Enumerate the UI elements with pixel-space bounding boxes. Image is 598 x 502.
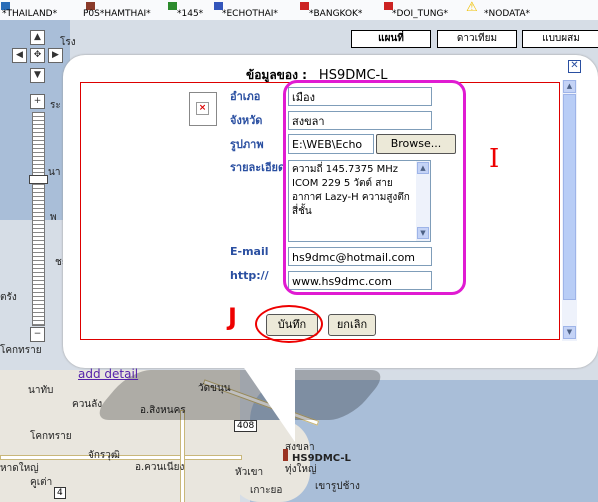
- pan-left-button[interactable]: ◀: [12, 48, 27, 63]
- tent-icon: [168, 2, 177, 10]
- legend-item[interactable]: *NODATA*: [484, 9, 530, 19]
- province-label: จังหวัด: [230, 114, 263, 127]
- district-label: อำเภอ: [230, 90, 261, 103]
- legend-item[interactable]: *THAILAND*: [2, 9, 57, 19]
- email-label: E-mail: [230, 245, 269, 258]
- pan-up-button[interactable]: ▲: [30, 30, 45, 45]
- map-label: ระ: [50, 100, 61, 111]
- close-icon[interactable]: ✕: [568, 60, 581, 73]
- map-label: โคกทราย: [0, 345, 42, 356]
- legend-item[interactable]: *DOI_TUNG*: [392, 9, 448, 19]
- map-label: ตรัง: [0, 292, 17, 303]
- detail-label: รายละเอียด: [230, 161, 286, 174]
- highlight-box: [283, 80, 466, 295]
- map-label: ทุ่งใหญ่: [285, 464, 317, 475]
- map-label: พ: [50, 212, 57, 223]
- info-window-tail: [240, 362, 295, 442]
- map-label: หาดใหญ่: [0, 463, 39, 474]
- map-label: นาทับ: [28, 385, 54, 396]
- map-label: จักรวุฒิ: [88, 450, 120, 461]
- map-label: อ.ควนเนียง: [135, 462, 185, 473]
- legend-item[interactable]: *ECHOTHAI*: [222, 9, 278, 19]
- map-label: โคกทราย: [30, 431, 72, 442]
- zoom-slider-thumb[interactable]: [29, 175, 48, 184]
- map-label: เขารูปช้าง: [315, 481, 360, 492]
- warning-icon: ⚠: [466, 0, 478, 15]
- highlight-oval: [255, 305, 323, 343]
- map-label: นา: [48, 167, 61, 178]
- scroll-up-icon[interactable]: ▲: [563, 80, 576, 93]
- legend-item[interactable]: *BANGKOK*: [309, 9, 362, 19]
- map-type-satellite-button[interactable]: ดาวเทียม: [437, 30, 517, 48]
- station-marker-icon[interactable]: [283, 449, 288, 461]
- flag-icon: [300, 2, 309, 10]
- map-label: ควนลัง: [72, 399, 103, 410]
- annotation-I: I: [489, 144, 500, 174]
- scrollbar-thumb[interactable]: [563, 94, 576, 300]
- pan-down-button[interactable]: ▼: [30, 68, 45, 83]
- map-label: เกาะยอ: [250, 485, 283, 496]
- map-label: หัวเขา: [235, 467, 264, 478]
- zoom-slider[interactable]: [32, 112, 45, 326]
- add-detail-link[interactable]: add detail: [78, 367, 138, 381]
- http-label: http://: [230, 269, 269, 282]
- road-number: 4: [54, 487, 66, 499]
- pan-center-button[interactable]: ✥: [30, 48, 45, 63]
- cancel-button[interactable]: ยกเลิก: [328, 314, 376, 336]
- popup-scrollbar[interactable]: ▲ ▼: [562, 80, 577, 341]
- pan-right-button[interactable]: ▶: [48, 48, 63, 63]
- map-type-hybrid-button[interactable]: แบบผสม: [522, 30, 598, 48]
- station-image: ×: [189, 92, 217, 126]
- legend-item[interactable]: P0S*HAMTHAI*: [83, 9, 151, 19]
- broken-image-icon: ×: [196, 102, 209, 115]
- zoom-out-button[interactable]: −: [30, 327, 45, 342]
- map-label: คูเต่า: [30, 477, 53, 488]
- picture-label: รูปภาพ: [230, 138, 264, 151]
- annotation-J: J: [228, 303, 237, 331]
- scroll-down-icon[interactable]: ▼: [563, 326, 576, 339]
- station-marker-label: HS9DMC-L: [292, 453, 351, 464]
- legend-item[interactable]: *145*: [177, 9, 203, 19]
- map-type-map-button[interactable]: แผนที่: [351, 30, 431, 48]
- zoom-in-button[interactable]: +: [30, 94, 45, 109]
- station-legend: *THAILAND* P0S*HAMTHAI* *145* *ECHOTHAI*…: [0, 0, 598, 20]
